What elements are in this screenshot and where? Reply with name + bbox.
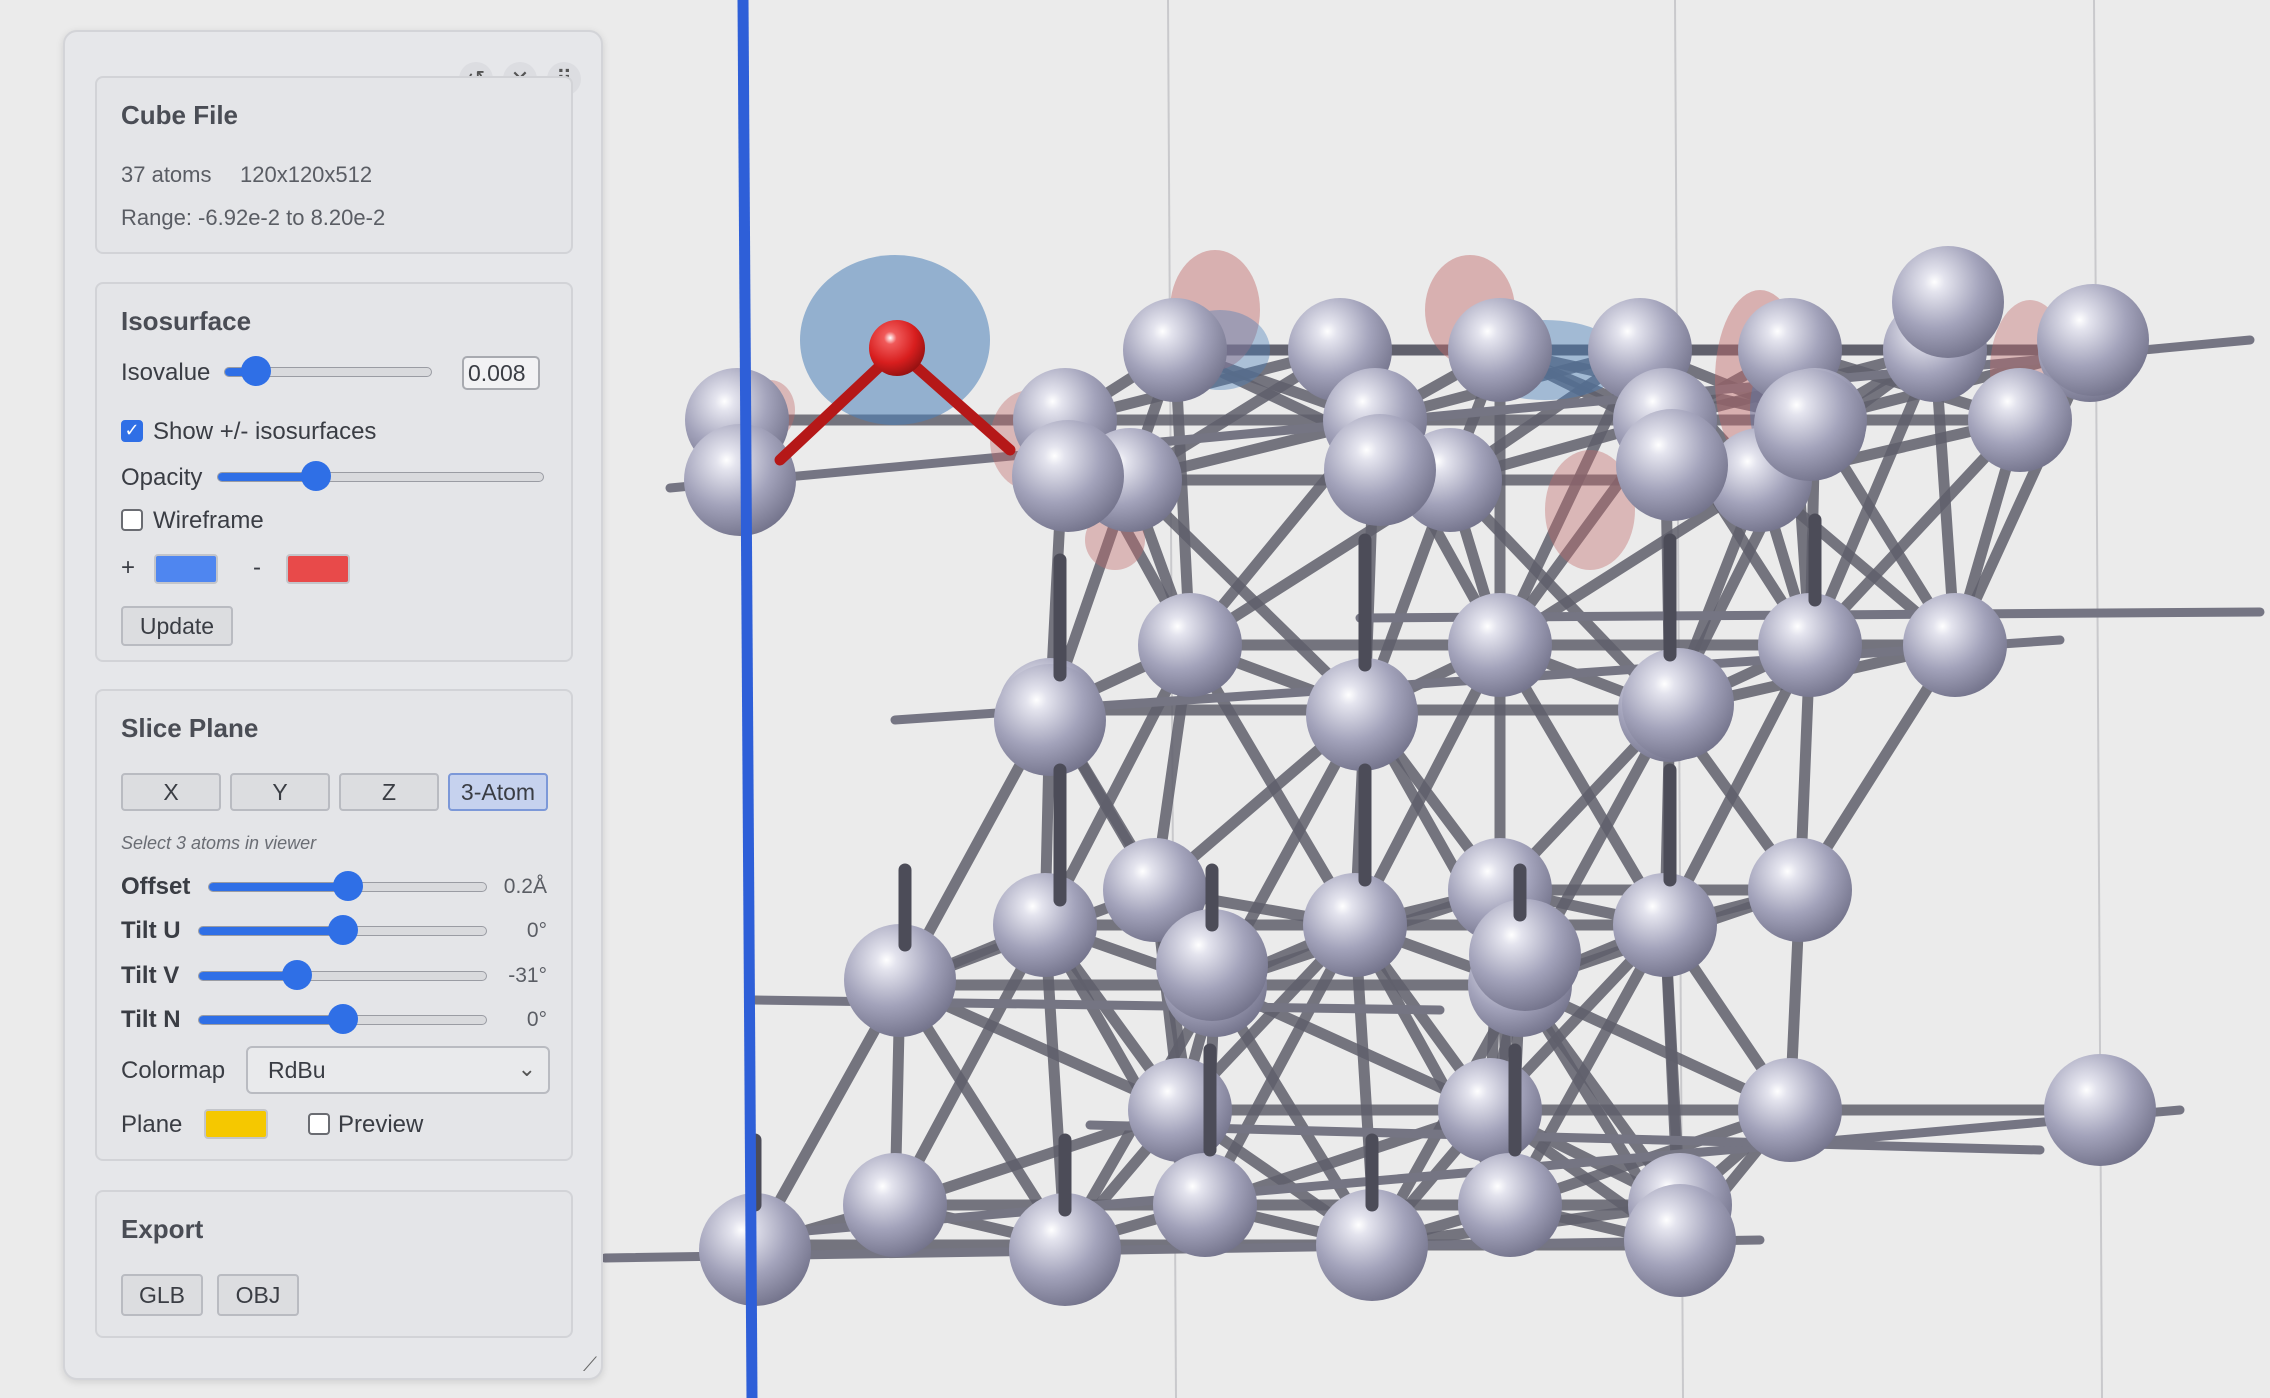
minus-label: - bbox=[253, 554, 261, 581]
atom bbox=[1622, 648, 1734, 760]
atom bbox=[1754, 369, 1866, 481]
opacity-label: Opacity bbox=[121, 464, 203, 491]
slice-plane-edge bbox=[737, 0, 758, 1398]
atom-count: 37 atoms bbox=[121, 162, 212, 187]
isovalue-slider[interactable] bbox=[224, 356, 432, 386]
colormap-value: RdBu bbox=[268, 1056, 326, 1083]
offset-value: 0.2Å bbox=[503, 875, 547, 898]
section-title: Slice Plane bbox=[121, 713, 259, 743]
highlighted-atom bbox=[869, 320, 925, 376]
resize-handle-icon[interactable]: ⟋ bbox=[583, 1352, 597, 1376]
tilt-u-slider[interactable] bbox=[198, 915, 487, 945]
preview-checkbox[interactable] bbox=[308, 1113, 330, 1135]
update-button[interactable]: Update bbox=[121, 606, 233, 646]
positive-color-swatch[interactable] bbox=[154, 554, 218, 584]
plane-label: Plane bbox=[121, 1111, 183, 1138]
tilt-u-value: 0° bbox=[526, 919, 547, 942]
export-section: Export GLB OBJ bbox=[95, 1190, 573, 1338]
atom bbox=[1613, 873, 1717, 977]
show-pm-label: Show +/- isosurfaces bbox=[153, 418, 377, 445]
axis-button-z[interactable]: Z bbox=[339, 773, 439, 811]
axis-button-3-atom[interactable]: 3-Atom bbox=[448, 773, 548, 811]
atom bbox=[1153, 1153, 1257, 1257]
atom bbox=[1903, 593, 2007, 697]
atom bbox=[1738, 1058, 1842, 1162]
atom bbox=[843, 1153, 947, 1257]
slice-plane-section: Slice Plane X Y Z 3-Atom Select 3 atoms … bbox=[95, 689, 573, 1161]
negative-color-swatch[interactable] bbox=[286, 554, 350, 584]
section-title: Cube File bbox=[121, 100, 239, 130]
show-pm-checkbox[interactable]: ✓ bbox=[121, 420, 143, 442]
section-title: Export bbox=[121, 1214, 204, 1244]
atom bbox=[1123, 298, 1227, 402]
tilt-n-slider[interactable] bbox=[198, 1004, 487, 1034]
export-obj-button[interactable]: OBJ bbox=[217, 1274, 299, 1316]
atom bbox=[1438, 1058, 1542, 1162]
section-title: Isosurface bbox=[121, 306, 252, 336]
tilt-v-value: -31° bbox=[508, 964, 547, 987]
atom bbox=[1748, 838, 1852, 942]
value-range: Range: -6.92e-2 to 8.20e-2 bbox=[121, 205, 386, 230]
atom bbox=[1758, 593, 1862, 697]
plane-color-swatch[interactable] bbox=[204, 1109, 268, 1139]
isosurface-section: Isosurface Isovalue 0.008 ✓ Show +/- iso… bbox=[95, 282, 573, 662]
guide-line bbox=[2093, 0, 2103, 1398]
isovalue-input[interactable]: 0.008 bbox=[462, 356, 540, 390]
tilt-v-slider[interactable] bbox=[198, 960, 487, 990]
wireframe-checkbox[interactable] bbox=[121, 509, 143, 531]
chevron-down-icon: ⌄ bbox=[517, 1057, 536, 1082]
export-glb-button[interactable]: GLB bbox=[121, 1274, 203, 1316]
atom bbox=[684, 424, 796, 536]
atom bbox=[1458, 1153, 1562, 1257]
preview-label: Preview bbox=[338, 1111, 424, 1138]
colormap-label: Colormap bbox=[121, 1057, 226, 1084]
grid-size: 120x120x512 bbox=[240, 162, 373, 187]
atom bbox=[993, 873, 1097, 977]
opacity-slider[interactable] bbox=[217, 461, 544, 491]
atom bbox=[1448, 298, 1552, 402]
tilt-u-label: Tilt U bbox=[121, 917, 181, 944]
atom bbox=[1303, 873, 1407, 977]
colormap-select[interactable]: RdBu ⌄ bbox=[246, 1046, 550, 1094]
axis-button-y[interactable]: Y bbox=[230, 773, 330, 811]
atom bbox=[1324, 414, 1436, 526]
isovalue-label: Isovalue bbox=[121, 359, 211, 386]
axis-button-x[interactable]: X bbox=[121, 773, 221, 811]
atom bbox=[2044, 1054, 2156, 1166]
atom bbox=[1448, 593, 1552, 697]
plus-label: + bbox=[121, 554, 136, 581]
atom bbox=[1012, 420, 1124, 532]
tilt-n-value: 0° bbox=[526, 1008, 547, 1031]
atom bbox=[1624, 1184, 1736, 1296]
wireframe-label: Wireframe bbox=[153, 507, 264, 534]
control-panel: ↺ ✕ ⠿ Cube File 37 atoms 120x120x512 Ran… bbox=[63, 30, 603, 1380]
offset-label: Offset bbox=[121, 873, 191, 900]
offset-slider[interactable] bbox=[208, 871, 487, 901]
atom bbox=[1138, 593, 1242, 697]
atom bbox=[1968, 368, 2072, 472]
atom bbox=[994, 664, 1106, 776]
slice-hint: Select 3 atoms in viewer bbox=[121, 833, 317, 853]
cube-file-section: Cube File 37 atoms 120x120x512 Range: -6… bbox=[95, 76, 573, 254]
tilt-v-label: Tilt V bbox=[121, 962, 180, 989]
atom bbox=[1616, 409, 1728, 521]
tilt-n-label: Tilt N bbox=[121, 1006, 181, 1033]
atom bbox=[2037, 284, 2149, 396]
atom bbox=[1892, 246, 2004, 358]
atom bbox=[1306, 659, 1418, 771]
